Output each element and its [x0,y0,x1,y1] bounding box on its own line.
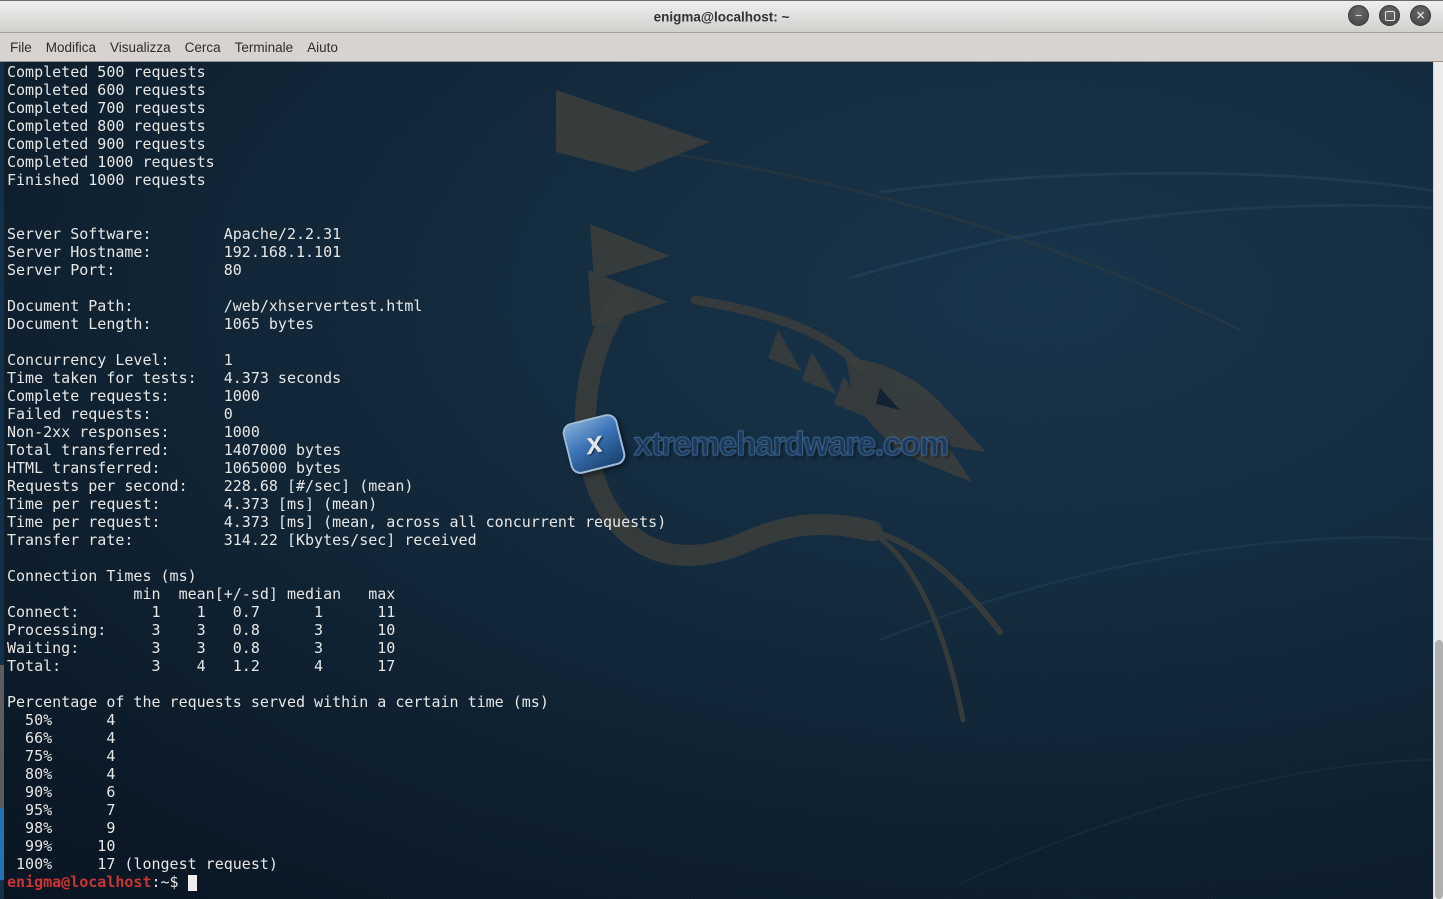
terminal-cursor [188,875,197,891]
window-controls: − ✕ [1348,5,1431,26]
left-strip-gray-segment [0,665,4,808]
prompt-user-host: enigma@localhost [7,873,152,891]
menu-terminale[interactable]: Terminale [228,36,301,59]
close-icon: ✕ [1415,9,1425,21]
terminal-output: Completed 500 requests Completed 600 req… [0,63,1443,873]
menu-cerca[interactable]: Cerca [178,36,228,59]
minimize-button[interactable]: − [1348,5,1369,26]
scrollbar-thumb[interactable] [1435,640,1443,899]
shell-prompt[interactable]: enigma@localhost:~$ [0,873,1443,891]
close-button[interactable]: ✕ [1410,5,1431,26]
titlebar[interactable]: enigma@localhost: ~ − ✕ [0,0,1443,33]
prompt-path: :~$ [152,873,179,891]
maximize-button[interactable] [1379,5,1400,26]
minimize-icon: − [1355,9,1362,21]
terminal-screen[interactable]: x xtremehardware.com Completed 500 reque… [0,62,1443,899]
menu-modifica[interactable]: Modifica [39,36,103,59]
window-title: enigma@localhost: ~ [654,9,790,24]
menu-visualizza[interactable]: Visualizza [103,36,178,59]
menu-file[interactable]: File [3,36,39,59]
maximize-icon [1385,11,1395,21]
scrollbar-track[interactable] [1433,62,1443,899]
menu-aiuto[interactable]: Aiuto [300,36,345,59]
left-edge-strip [0,62,4,899]
menubar: File Modifica Visualizza Cerca Terminale… [0,33,1443,62]
left-strip-blue-segment [0,808,4,880]
